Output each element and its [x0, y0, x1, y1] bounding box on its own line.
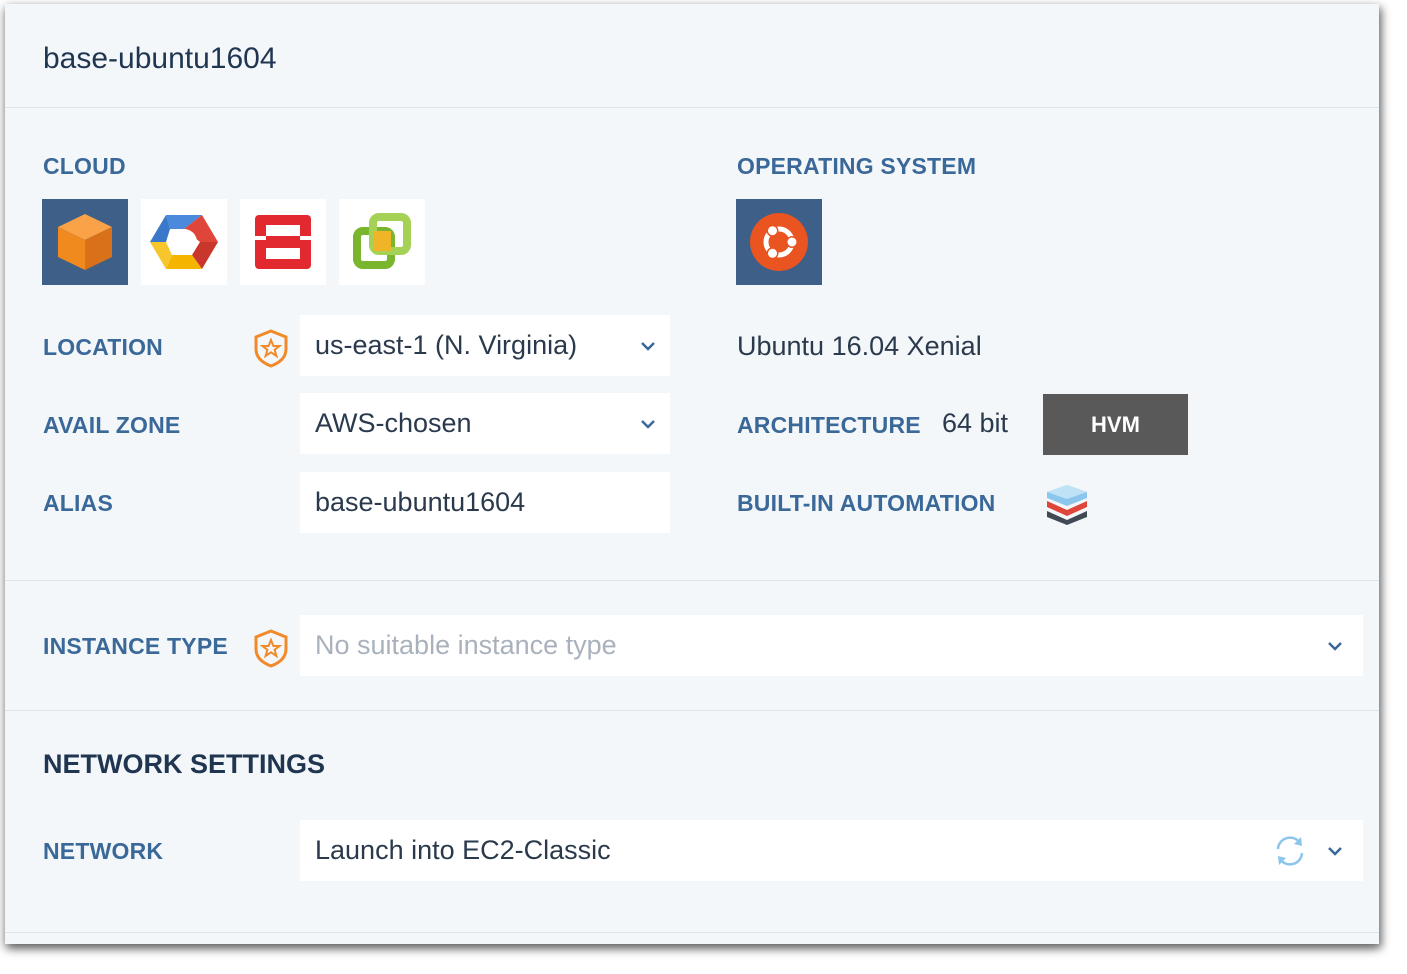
aws-cube-icon — [58, 214, 112, 270]
avail-zone-value: AWS-chosen — [315, 408, 472, 438]
architecture-value: 64 bit — [942, 408, 1009, 438]
page-title: base-ubuntu1604 — [43, 42, 277, 75]
network-select[interactable]: Launch into EC2-Classic — [300, 820, 1363, 881]
location-select[interactable]: us-east-1 (N. Virginia) — [300, 315, 670, 376]
avail-zone-label: AVAIL ZONE — [43, 412, 181, 438]
layers-stack-icon — [1047, 485, 1087, 525]
hvm-badge: HVM — [1043, 394, 1188, 455]
cloud-openstack-tile[interactable] — [240, 199, 326, 285]
section-divider — [5, 932, 1379, 933]
section-divider — [5, 710, 1379, 711]
cloud-aws-tile[interactable] — [42, 199, 128, 285]
instance-type-label: INSTANCE TYPE — [43, 633, 228, 659]
openstack-icon — [255, 215, 311, 269]
ubuntu-icon — [750, 213, 808, 271]
cloud-label: CLOUD — [43, 153, 126, 179]
alias-field[interactable] — [300, 472, 670, 533]
avail-zone-select[interactable]: AWS-chosen — [300, 393, 670, 454]
chevron-down-icon — [1313, 846, 1357, 856]
os-label: OPERATING SYSTEM — [737, 153, 977, 179]
location-value: us-east-1 (N. Virginia) — [315, 330, 578, 360]
instance-type-placeholder: No suitable instance type — [315, 630, 617, 660]
refresh-icon[interactable] — [1267, 833, 1313, 869]
cloud-vsphere-tile[interactable] — [339, 199, 425, 285]
os-name: Ubuntu 16.04 Xenial — [737, 331, 982, 361]
section-divider — [5, 580, 1379, 581]
vsphere-icon — [353, 213, 411, 269]
network-value: Launch into EC2-Classic — [315, 835, 611, 865]
shield-star-icon — [254, 629, 288, 668]
cloud-google-tile[interactable] — [141, 199, 227, 285]
chevron-down-icon — [1313, 641, 1357, 651]
os-ubuntu-tile[interactable] — [736, 199, 822, 285]
header-divider — [5, 107, 1379, 108]
network-label: NETWORK — [43, 838, 164, 864]
shield-star-icon — [254, 329, 288, 368]
chevron-down-icon — [626, 341, 670, 351]
google-cloud-icon — [150, 215, 218, 269]
alias-label: ALIAS — [43, 490, 113, 516]
automation-label: BUILT-IN AUTOMATION — [737, 490, 996, 516]
location-label: LOCATION — [43, 334, 163, 360]
network-settings-title: NETWORK SETTINGS — [43, 749, 325, 779]
instance-config-panel: base-ubuntu1604 CLOUD OPERATING SYSTEM L… — [5, 4, 1379, 944]
architecture-label: ARCHITECTURE — [737, 412, 921, 438]
instance-type-select[interactable]: No suitable instance type — [300, 615, 1363, 676]
chevron-down-icon — [626, 419, 670, 429]
alias-input[interactable] — [315, 487, 670, 518]
